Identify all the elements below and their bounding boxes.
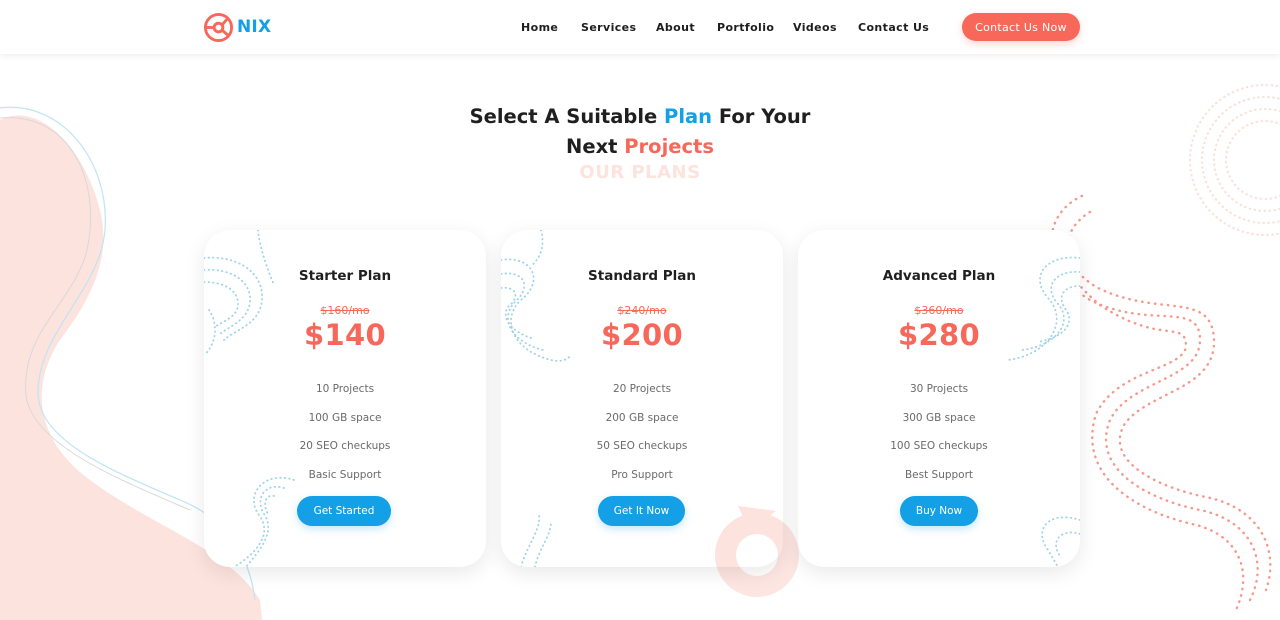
pricing-card-starter: Starter Plan $160/mo $140 10 Projects 10… bbox=[204, 230, 486, 567]
plan-feature-seo: 100 SEO checkups bbox=[890, 440, 988, 453]
get-started-button[interactable]: Get Started bbox=[297, 496, 391, 526]
heading-text: Select A Suitable bbox=[469, 105, 665, 128]
plan-price: $200 bbox=[601, 318, 683, 352]
plan-old-price: $160/mo bbox=[320, 304, 370, 317]
plan-feature-support: Basic Support bbox=[308, 469, 382, 482]
plan-feature-projects: 30 Projects bbox=[909, 383, 969, 395]
plan-features-list: 20 Projects 200 GB space 50 SEO checkups… bbox=[501, 380, 783, 495]
plan-feature-seo: 50 SEO checkups bbox=[596, 440, 688, 453]
plan-features-list: 10 Projects 100 GB space 20 SEO checkups… bbox=[204, 380, 486, 495]
plan-old-price: $240/mo bbox=[617, 304, 667, 317]
brand-logo[interactable]: NIX bbox=[203, 11, 271, 43]
plan-name: Advanced Plan bbox=[882, 268, 996, 284]
heading-text: For Your bbox=[712, 105, 811, 128]
plan-feature-space: 300 GB space bbox=[902, 411, 976, 424]
nav-link-portfolio[interactable]: Portfolio bbox=[717, 19, 774, 37]
plan-feature-projects: 20 Projects bbox=[612, 383, 672, 395]
contact-us-now-button[interactable]: Contact Us Now bbox=[962, 13, 1080, 41]
dotted-circle-decoration bbox=[1188, 83, 1280, 237]
nav-link-services[interactable]: Services bbox=[581, 19, 636, 37]
plan-feature-space: 200 GB space bbox=[605, 411, 679, 424]
grey-outline-wave bbox=[0, 117, 191, 511]
plan-feature-space: 100 GB space bbox=[308, 411, 382, 424]
heading-accent-projects: Projects bbox=[624, 135, 714, 158]
nav-link-home[interactable]: Home bbox=[521, 19, 558, 37]
buy-now-button[interactable]: Buy Now bbox=[900, 496, 978, 526]
pricing-card-advanced: Advanced Plan $360/mo $280 30 Projects 3… bbox=[798, 230, 1080, 567]
nav-link-videos[interactable]: Videos bbox=[793, 19, 837, 37]
heading-text: Next bbox=[566, 135, 625, 158]
plan-name: Starter Plan bbox=[298, 268, 392, 284]
plan-price: $140 bbox=[304, 318, 386, 352]
pricing-heading: Select A Suitable Plan For Your Next Pro… bbox=[340, 102, 940, 162]
plan-price: $280 bbox=[898, 318, 980, 352]
plan-name: Standard Plan bbox=[588, 268, 696, 284]
plan-old-price: $360/mo bbox=[914, 304, 964, 317]
top-navigation-bar: NIX Home Services About Portfolio Videos… bbox=[0, 0, 1280, 54]
coral-ring-inner bbox=[715, 513, 783, 567]
plan-feature-seo: 20 SEO checkups bbox=[299, 440, 391, 453]
get-it-now-button[interactable]: Get It Now bbox=[598, 496, 685, 526]
pricing-card-standard: Standard Plan $240/mo $200 20 Projects 2… bbox=[501, 230, 783, 567]
our-plans-ghost-label: OUR PLANS bbox=[579, 162, 701, 183]
heading-line-1: Select A Suitable Plan For Your bbox=[340, 102, 940, 132]
coral-dotted-swirls bbox=[1050, 194, 1272, 612]
nav-link-about[interactable]: About bbox=[656, 19, 695, 37]
brand-name: NIX bbox=[237, 17, 272, 37]
plan-features-list: 30 Projects 300 GB space 100 SEO checkup… bbox=[798, 380, 1080, 495]
heading-line-2: Next Projects bbox=[340, 132, 940, 162]
plan-feature-support: Pro Support bbox=[611, 469, 673, 482]
nav-link-contact-us[interactable]: Contact Us bbox=[858, 19, 929, 37]
heading-accent-plan: Plan bbox=[664, 105, 713, 128]
crosshair-logo-icon bbox=[203, 12, 234, 42]
coral-triangle-shape bbox=[738, 506, 776, 530]
plan-feature-support: Best Support bbox=[904, 469, 974, 482]
plan-feature-projects: 10 Projects bbox=[315, 383, 375, 395]
